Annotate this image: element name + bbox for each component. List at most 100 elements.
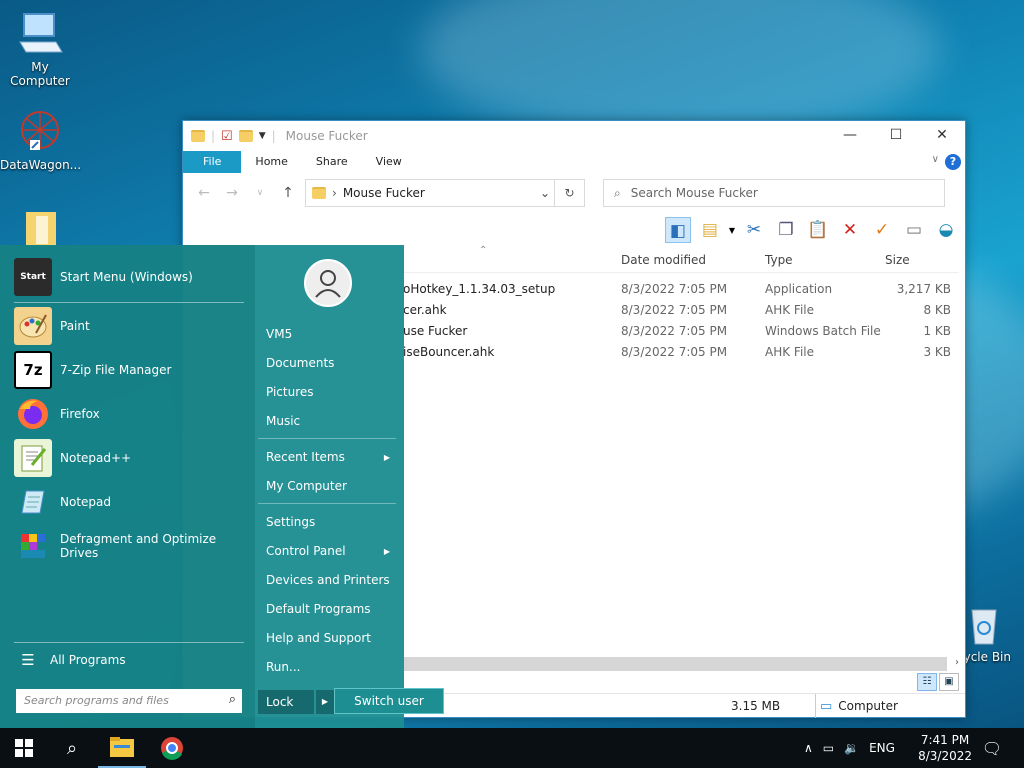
file-size: 3 KB (923, 345, 951, 359)
search-icon[interactable]: ⌕ (48, 728, 96, 768)
start-link-user[interactable]: VM5 (266, 327, 394, 341)
start-link-pictures[interactable]: Pictures (266, 385, 394, 399)
cut-icon[interactable]: ✂ (741, 217, 767, 243)
new-folder-icon[interactable] (238, 130, 253, 142)
desktop-icon-my-computer[interactable]: My Computer (0, 10, 80, 88)
network-globe-icon (16, 108, 64, 156)
file-size: 8 KB (923, 303, 951, 317)
dropdown-icon[interactable]: ▼ (729, 226, 735, 235)
expand-ribbon-icon[interactable]: ∨ (932, 154, 939, 165)
desktop-icon-datawagon[interactable]: DataWagon... (0, 108, 81, 172)
file-row[interactable]: iseBouncer.ahk 8/3/2022 7:05 PM AHK File… (403, 342, 951, 363)
scroll-right-icon[interactable]: › (955, 657, 959, 668)
start-link-devices-printers[interactable]: Devices and Printers (266, 573, 394, 587)
show-hidden-icons-chevron-icon[interactable]: ∧ (804, 741, 813, 755)
properties-check-icon[interactable]: ☑ (221, 129, 233, 144)
start-menu-tile-icon: Start (14, 258, 52, 296)
tab-home[interactable]: Home (241, 151, 301, 173)
program-notepad[interactable]: Notepad (14, 483, 244, 521)
start-link-default-programs[interactable]: Default Programs (266, 602, 394, 616)
help-icon[interactable]: ? (945, 154, 961, 170)
address-bar[interactable]: › Mouse Fucker ⌄ ↻ (305, 179, 585, 207)
tab-share[interactable]: Share (302, 151, 362, 173)
network-drive-icon[interactable]: ◒ (933, 217, 959, 243)
search-input[interactable]: ⌕ Search Mouse Fucker (603, 179, 945, 207)
refresh-icon[interactable]: ↻ (554, 180, 584, 206)
file-row[interactable]: cer.ahk 8/3/2022 7:05 PM AHK File 8 KB (403, 300, 951, 321)
file-date: 8/3/2022 7:05 PM (621, 345, 728, 359)
program-paint[interactable]: Paint (14, 307, 244, 345)
power-options-arrow-icon[interactable]: ▶ (316, 690, 334, 714)
start-button[interactable] (0, 728, 48, 768)
status-size: 3.15 MB (731, 699, 781, 713)
list-icon: ☰ (21, 651, 35, 669)
switch-user-menu-item[interactable]: Switch user (334, 688, 444, 714)
maximize-button[interactable]: ☐ (873, 121, 919, 151)
program-7zip[interactable]: 7z 7-Zip File Manager (14, 351, 244, 389)
customize-toolbar-icon[interactable]: ▼ (259, 131, 266, 141)
lock-button[interactable]: Lock (258, 690, 314, 714)
up-arrow-icon[interactable]: ↑ (277, 185, 299, 201)
language-indicator[interactable]: ENG (869, 741, 895, 755)
horizontal-scrollbar[interactable] (403, 657, 947, 671)
minimize-button[interactable]: — (827, 121, 873, 151)
file-type: AHK File (765, 345, 814, 359)
breadcrumb-chevron-icon[interactable]: › (332, 186, 337, 200)
checkmark-icon[interactable]: ✓ (869, 217, 895, 243)
start-link-settings[interactable]: Settings (266, 515, 394, 529)
copy-icon[interactable]: ❐ (773, 217, 799, 243)
tab-file[interactable]: File (183, 151, 242, 173)
file-row[interactable]: oHotkey_1.1.34.03_setup 8/3/2022 7:05 PM… (403, 279, 951, 300)
file-date: 8/3/2022 7:05 PM (621, 282, 728, 296)
start-menu: Start Start Menu (Windows) Paint 7z 7-Zi… (0, 245, 444, 728)
start-link-help-support[interactable]: Help and Support (266, 631, 394, 645)
program-start-menu-windows[interactable]: Start Start Menu (Windows) (14, 258, 244, 296)
file-explorer-taskbar-icon[interactable] (98, 728, 146, 768)
program-defragment[interactable]: Defragment and Optimize Drives (14, 527, 244, 565)
forward-arrow-icon[interactable]: → (221, 185, 243, 201)
close-button[interactable]: ✕ (919, 121, 965, 151)
network-icon[interactable]: ▭ (823, 741, 834, 755)
start-link-music[interactable]: Music (266, 414, 394, 428)
program-firefox[interactable]: Firefox (14, 395, 244, 433)
sort-arrow-icon: ⌃ (479, 245, 488, 256)
taskbar-clock[interactable]: 7:41 PM 8/3/2022 (918, 732, 972, 764)
column-size[interactable]: Size (885, 253, 910, 267)
paste-icon[interactable]: 📋 (805, 217, 831, 243)
large-icons-view-icon[interactable]: ▣ (939, 673, 959, 691)
start-link-documents[interactable]: Documents (266, 356, 394, 370)
recycle-bin-icon (960, 600, 1008, 648)
column-date-modified[interactable]: Date modified (621, 253, 706, 267)
start-link-run[interactable]: Run... (266, 660, 394, 674)
column-type[interactable]: Type (765, 253, 793, 267)
windows-logo-icon (15, 739, 33, 757)
file-name: oHotkey_1.1.34.03_setup (403, 282, 556, 296)
custom-toolbar: ◧ ▤ ▼ ✂ ❐ 📋 ✕ ✓ ▭ ◒ (664, 217, 959, 243)
notifications-icon[interactable]: 🗨 (968, 728, 1016, 768)
start-link-recent-items[interactable]: Recent Items ▶ (266, 450, 394, 464)
user-avatar[interactable] (304, 259, 352, 307)
chrome-taskbar-icon[interactable] (148, 728, 196, 768)
preview-pane-icon[interactable]: ◧ (664, 217, 691, 243)
computer-icon (16, 10, 64, 58)
recent-locations-icon[interactable]: ∨ (249, 188, 271, 198)
search-icon[interactable]: ⌕ (229, 692, 236, 707)
file-row[interactable]: use Fucker 8/3/2022 7:05 PM Windows Batc… (403, 321, 951, 342)
title-bar[interactable]: | ☑ ▼ | Mouse Fucker — ☐ ✕ (183, 121, 965, 151)
file-name: iseBouncer.ahk (403, 345, 495, 359)
back-arrow-icon[interactable]: ← (193, 185, 215, 201)
monitor-icon: ▭ (820, 698, 833, 714)
tab-view[interactable]: View (362, 151, 416, 173)
start-link-control-panel[interactable]: Control Panel ▶ (266, 544, 394, 558)
program-notepad-plus-plus[interactable]: Notepad++ (14, 439, 244, 477)
start-search-input[interactable]: Search programs and files ⌕ (16, 689, 242, 713)
details-view-icon[interactable]: ☷ (917, 673, 937, 691)
start-link-my-computer[interactable]: My Computer (266, 479, 394, 493)
rename-icon[interactable]: ▭ (901, 217, 927, 243)
delete-icon[interactable]: ✕ (837, 217, 863, 243)
address-dropdown-icon[interactable]: ⌄ (540, 186, 550, 200)
all-programs-button[interactable]: ☰ All Programs (14, 651, 244, 669)
file-type: Windows Batch File (765, 324, 881, 338)
volume-icon[interactable]: 🔉 (844, 741, 859, 755)
properties-icon[interactable]: ▤ (697, 217, 723, 243)
